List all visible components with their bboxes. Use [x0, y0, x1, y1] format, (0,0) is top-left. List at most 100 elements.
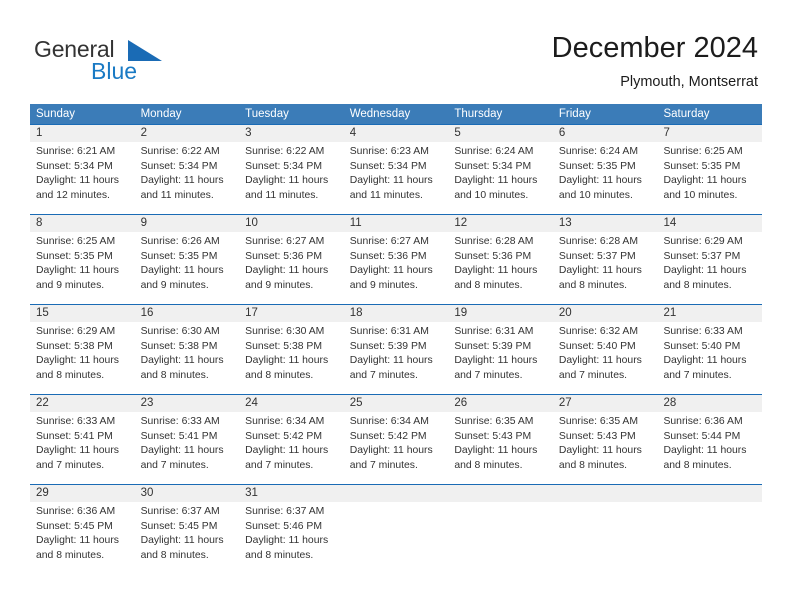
day-cell[interactable]: Sunrise: 6:37 AM Sunset: 5:45 PM Dayligh…	[135, 502, 240, 574]
daylight-text: Daylight: 11 hours	[245, 265, 329, 276]
day-number[interactable]: 20	[553, 305, 658, 322]
day-cell[interactable]: Sunrise: 6:22 AM Sunset: 5:34 PM Dayligh…	[239, 142, 344, 214]
daylight-text: Daylight: 11 hours	[245, 355, 329, 366]
day-number[interactable]: 2	[135, 125, 240, 142]
daylight-text: Daylight: 11 hours	[140, 535, 224, 546]
sunset-text: Sunset: 5:43 PM	[558, 430, 636, 442]
daylight-text-cont: and 8 minutes.	[36, 369, 105, 381]
sunrise-text: Sunrise: 6:22 AM	[140, 146, 220, 157]
day-cell[interactable]: Sunrise: 6:24 AM Sunset: 5:35 PM Dayligh…	[553, 142, 658, 214]
daylight-text: Daylight: 11 hours	[663, 445, 747, 456]
day-number[interactable]: 23	[135, 395, 240, 412]
day-number[interactable]: 12	[448, 215, 553, 232]
day-cell[interactable]: Sunrise: 6:25 AM Sunset: 5:35 PM Dayligh…	[657, 142, 762, 214]
day-cell[interactable]: Sunrise: 6:29 AM Sunset: 5:37 PM Dayligh…	[657, 232, 762, 304]
day-number[interactable]: 17	[239, 305, 344, 322]
day-cell[interactable]: Sunrise: 6:33 AM Sunset: 5:41 PM Dayligh…	[30, 412, 135, 484]
daylight-text-cont: and 7 minutes.	[36, 459, 105, 471]
day-cell[interactable]: Sunrise: 6:23 AM Sunset: 5:34 PM Dayligh…	[344, 142, 449, 214]
sunrise-text: Sunrise: 6:21 AM	[36, 146, 116, 157]
day-number[interactable]: 19	[448, 305, 553, 322]
day-number[interactable]: 31	[239, 485, 344, 502]
day-cell[interactable]: Sunrise: 6:31 AM Sunset: 5:39 PM Dayligh…	[448, 322, 553, 394]
day-cell[interactable]: Sunrise: 6:25 AM Sunset: 5:35 PM Dayligh…	[30, 232, 135, 304]
day-cell[interactable]: Sunrise: 6:31 AM Sunset: 5:39 PM Dayligh…	[344, 322, 449, 394]
day-cell[interactable]: Sunrise: 6:36 AM Sunset: 5:45 PM Dayligh…	[30, 502, 135, 574]
day-number[interactable]: 25	[344, 395, 449, 412]
weekday-header-monday: Monday	[140, 108, 182, 120]
daylight-text-cont: and 9 minutes.	[36, 279, 105, 291]
day-number[interactable]: 29	[30, 485, 135, 502]
sunrise-text: Sunrise: 6:36 AM	[36, 506, 116, 517]
day-cell[interactable]: Sunrise: 6:35 AM Sunset: 5:43 PM Dayligh…	[448, 412, 553, 484]
day-number[interactable]: 28	[657, 395, 762, 412]
day-cell[interactable]: Sunrise: 6:36 AM Sunset: 5:44 PM Dayligh…	[657, 412, 762, 484]
sunrise-text: Sunrise: 6:24 AM	[558, 146, 639, 157]
sunrise-text: Sunrise: 6:27 AM	[349, 236, 429, 247]
day-number[interactable]: 8	[30, 215, 135, 232]
day-number[interactable]: 16	[135, 305, 240, 322]
day-number[interactable]: 11	[344, 215, 449, 232]
day-number[interactable]: 5	[448, 125, 553, 142]
day-cell[interactable]: Sunrise: 6:34 AM Sunset: 5:42 PM Dayligh…	[239, 412, 344, 484]
daylight-text: Daylight: 11 hours	[663, 175, 747, 186]
day-cell[interactable]: Sunrise: 6:21 AM Sunset: 5:34 PM Dayligh…	[30, 142, 135, 214]
day-number[interactable]: 7	[657, 125, 762, 142]
day-cell[interactable]: Sunrise: 6:33 AM Sunset: 5:40 PM Dayligh…	[657, 322, 762, 394]
day-number[interactable]: 27	[553, 395, 658, 412]
daylight-text: Daylight: 11 hours	[36, 355, 119, 366]
daylight-text-cont: and 11 minutes.	[245, 189, 319, 201]
day-cell[interactable]: Sunrise: 6:37 AM Sunset: 5:46 PM Dayligh…	[239, 502, 344, 574]
day-cell[interactable]: Sunrise: 6:28 AM Sunset: 5:37 PM Dayligh…	[553, 232, 658, 304]
day-cell-empty	[657, 502, 762, 574]
day-cell[interactable]: Sunrise: 6:28 AM Sunset: 5:36 PM Dayligh…	[448, 232, 553, 304]
day-cell[interactable]: Sunrise: 6:34 AM Sunset: 5:42 PM Dayligh…	[344, 412, 449, 484]
sunrise-text: Sunrise: 6:33 AM	[36, 416, 116, 427]
daylight-text: Daylight: 11 hours	[245, 535, 329, 546]
sunrise-text: Sunrise: 6:34 AM	[349, 416, 429, 427]
day-cell[interactable]: Sunrise: 6:22 AM Sunset: 5:34 PM Dayligh…	[135, 142, 240, 214]
sunrise-text: Sunrise: 6:36 AM	[663, 416, 743, 427]
day-number[interactable]: 15	[30, 305, 135, 322]
daylight-text: Daylight: 11 hours	[663, 265, 747, 276]
day-number[interactable]: 3	[239, 125, 344, 142]
day-number[interactable]: 14	[657, 215, 762, 232]
day-number[interactable]: 21	[657, 305, 762, 322]
weekday-header-saturday: Saturday	[663, 108, 710, 120]
day-cell[interactable]: Sunrise: 6:33 AM Sunset: 5:41 PM Dayligh…	[135, 412, 240, 484]
sunrise-text: Sunrise: 6:35 AM	[558, 416, 639, 427]
daylight-text: Daylight: 11 hours	[245, 445, 329, 456]
general-blue-logo[interactable]: General Blue	[34, 36, 224, 90]
day-cell[interactable]: Sunrise: 6:27 AM Sunset: 5:36 PM Dayligh…	[344, 232, 449, 304]
day-cell[interactable]: Sunrise: 6:30 AM Sunset: 5:38 PM Dayligh…	[135, 322, 240, 394]
day-number[interactable]: 24	[239, 395, 344, 412]
day-cell[interactable]: Sunrise: 6:27 AM Sunset: 5:36 PM Dayligh…	[239, 232, 344, 304]
week-detail-band: Sunrise: 6:36 AM Sunset: 5:45 PM Dayligh…	[30, 502, 762, 574]
day-cell[interactable]: Sunrise: 6:30 AM Sunset: 5:38 PM Dayligh…	[239, 322, 344, 394]
day-cell[interactable]: Sunrise: 6:29 AM Sunset: 5:38 PM Dayligh…	[30, 322, 135, 394]
daylight-text: Daylight: 11 hours	[558, 445, 642, 456]
day-cell[interactable]: Sunrise: 6:32 AM Sunset: 5:40 PM Dayligh…	[553, 322, 658, 394]
day-cell[interactable]: Sunrise: 6:35 AM Sunset: 5:43 PM Dayligh…	[553, 412, 658, 484]
day-number[interactable]: 18	[344, 305, 449, 322]
day-number[interactable]: 13	[553, 215, 658, 232]
calendar-week-row: 22 23 24 25 26 27 28 Sunrise: 6:33 AM Su…	[30, 394, 762, 484]
sunset-text: Sunset: 5:36 PM	[454, 250, 532, 262]
sunrise-text: Sunrise: 6:25 AM	[36, 236, 116, 247]
day-number[interactable]: 26	[448, 395, 553, 412]
day-number[interactable]: 6	[553, 125, 658, 142]
week-day-number-band: 1 2 3 4 5 6 7	[30, 125, 762, 142]
day-number[interactable]: 10	[239, 215, 344, 232]
day-number[interactable]: 22	[30, 395, 135, 412]
day-number[interactable]: 30	[135, 485, 240, 502]
page-title: December 2024	[551, 32, 758, 64]
day-number[interactable]: 1	[30, 125, 135, 142]
daylight-text-cont: and 8 minutes.	[140, 369, 209, 381]
day-cell[interactable]: Sunrise: 6:24 AM Sunset: 5:34 PM Dayligh…	[448, 142, 553, 214]
daylight-text: Daylight: 11 hours	[454, 445, 538, 456]
day-number[interactable]: 9	[135, 215, 240, 232]
daylight-text: Daylight: 11 hours	[245, 175, 329, 186]
day-cell[interactable]: Sunrise: 6:26 AM Sunset: 5:35 PM Dayligh…	[135, 232, 240, 304]
day-number[interactable]: 4	[344, 125, 449, 142]
daylight-text-cont: and 7 minutes.	[349, 369, 418, 381]
